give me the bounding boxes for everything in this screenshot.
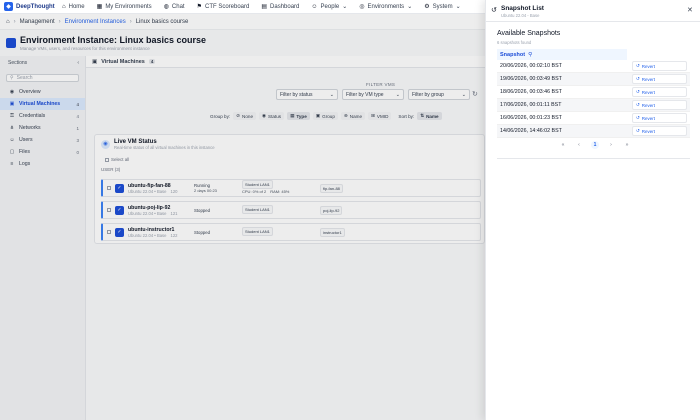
current-page-button[interactable]: 1 [591, 141, 599, 149]
nav-label-environments: Environments [367, 3, 405, 10]
revert-label: Revert [641, 128, 656, 134]
nav-label-dashboard: Dashboard [270, 3, 300, 10]
revert-button[interactable]: ↺ Revert [632, 61, 687, 71]
divider [497, 158, 690, 159]
revert-label: Revert [641, 115, 656, 121]
snapshot-count: 6 snapshots found [497, 40, 532, 45]
undo-icon: ↺ [636, 63, 640, 68]
nav-label-chat: Chat [171, 3, 185, 10]
revert-label: Revert [641, 89, 656, 95]
revert-label: Revert [641, 102, 656, 108]
chevron-down-icon: ⌄ [342, 4, 348, 10]
nav-item-home[interactable]: ⌂ Home [56, 0, 91, 14]
snapshot-drawer: ↺ Snapshot List Ubuntu 22.04 - Base ✕ Av… [485, 0, 700, 420]
snapshot-row: 19/06/2026, 00:03:49 BST ↺ Revert [497, 73, 690, 86]
first-page-button[interactable]: « [559, 141, 567, 149]
nav-label-home: Home [68, 3, 85, 10]
nav-items: ⌂ Home ▦ My Environments ◍ Chat ⚑ CTF Scoreboar… [56, 0, 467, 14]
nav-item-ctf-scoreboard[interactable]: ⚑ CTF Scoreboard [191, 0, 256, 14]
nav-item-dashboard[interactable]: ▤ Dashboard [255, 0, 305, 14]
revert-button[interactable]: ↺ Revert [632, 100, 687, 110]
prev-page-button[interactable]: ‹ [575, 141, 583, 149]
brand[interactable]: ◆ DeepThought [4, 0, 56, 14]
revert-button[interactable]: ↺ Revert [632, 113, 687, 123]
next-page-button[interactable]: › [607, 141, 615, 149]
nav-item-people[interactable]: ☺ People ⌄ [305, 0, 353, 14]
snapshot-row: 14/06/2026, 14:46:02 BST ↺ Revert [497, 125, 690, 138]
brand-name: DeepThought [16, 3, 55, 10]
undo-icon: ↺ [636, 89, 640, 94]
last-page-button[interactable]: » [623, 141, 631, 149]
revert-button[interactable]: ↺ Revert [632, 126, 687, 136]
snapshot-timestamp: 16/06/2026, 00:01:23 BST [500, 115, 562, 121]
nav-item-chat[interactable]: ◍ Chat [158, 0, 191, 14]
snapshot-timestamp: 14/06/2026, 14:46:02 BST [500, 128, 562, 134]
close-icon[interactable]: ✕ [687, 6, 693, 14]
layers-icon: ▦ [96, 4, 103, 10]
globe-icon: ◎ [359, 4, 365, 10]
nav-label-my-environments: My Environments [105, 3, 152, 10]
flag-icon: ⚑ [196, 4, 202, 10]
snapshot-header-label: Snapshot [500, 51, 526, 58]
undo-icon: ↺ [636, 102, 640, 107]
snapshot-column-header: Snapshot ⚲ [497, 49, 627, 60]
nav-item-my-environments[interactable]: ▦ My Environments [91, 0, 158, 14]
chevron-down-icon: ⌄ [407, 4, 413, 10]
snapshot-row: 18/06/2026, 00:03:46 BST ↺ Revert [497, 86, 690, 99]
snapshot-row: 17/06/2026, 00:01:11 BST ↺ Revert [497, 99, 690, 112]
undo-icon: ↺ [636, 128, 640, 133]
pagination: « ‹ 1 › » [559, 141, 631, 149]
gear-icon: ⚙ [424, 4, 430, 10]
snapshot-timestamp: 17/06/2026, 00:01:11 BST [500, 102, 562, 108]
snapshot-timestamp: 18/06/2026, 00:03:46 BST [500, 89, 562, 95]
undo-icon: ↺ [636, 76, 640, 81]
undo-icon: ↺ [636, 115, 640, 120]
snapshot-row: 20/06/2026, 00:02:10 BST ↺ Revert [497, 60, 690, 73]
people-icon: ☺ [311, 3, 318, 10]
snapshot-row: 16/06/2026, 00:01:23 BST ↺ Revert [497, 112, 690, 125]
available-snapshots-title: Available Snapshots [497, 30, 561, 37]
snapshot-table: Snapshot ⚲ 20/06/2026, 00:02:10 BST ↺ Reve… [497, 49, 690, 138]
nav-item-system[interactable]: ⚙ System ⌄ [418, 0, 466, 14]
revert-label: Revert [641, 63, 656, 69]
snapshot-timestamp: 20/06/2026, 00:02:10 BST [500, 63, 562, 69]
nav-label-ctf-scoreboard: CTF Scoreboard [205, 3, 250, 10]
revert-label: Revert [641, 76, 656, 82]
nav-label-people: People [320, 3, 340, 10]
home-icon: ⌂ [62, 3, 66, 10]
revert-button[interactable]: ↺ Revert [632, 87, 687, 97]
history-icon: ↺ [491, 7, 497, 14]
brand-logo-icon: ◆ [4, 2, 13, 11]
drawer-subtitle: Ubuntu 22.04 - Base [501, 13, 540, 18]
nav-label-system: System [432, 3, 453, 10]
snapshot-rows: 20/06/2026, 00:02:10 BST ↺ Revert 19/06/202… [497, 60, 690, 138]
overlay-backdrop[interactable] [0, 14, 485, 420]
snapshot-timestamp: 19/06/2026, 00:03:49 BST [500, 76, 562, 82]
dashboard-icon: ▤ [261, 4, 268, 10]
nav-item-environments[interactable]: ◎ Environments ⌄ [353, 0, 418, 14]
chat-icon: ◍ [163, 4, 169, 10]
chevron-down-icon: ⌄ [455, 4, 461, 10]
link-icon: ⚲ [528, 51, 533, 58]
drawer-title: Snapshot List [501, 5, 544, 12]
drawer-header: ↺ Snapshot List Ubuntu 22.04 - Base ✕ [486, 0, 700, 22]
revert-button[interactable]: ↺ Revert [632, 74, 687, 84]
